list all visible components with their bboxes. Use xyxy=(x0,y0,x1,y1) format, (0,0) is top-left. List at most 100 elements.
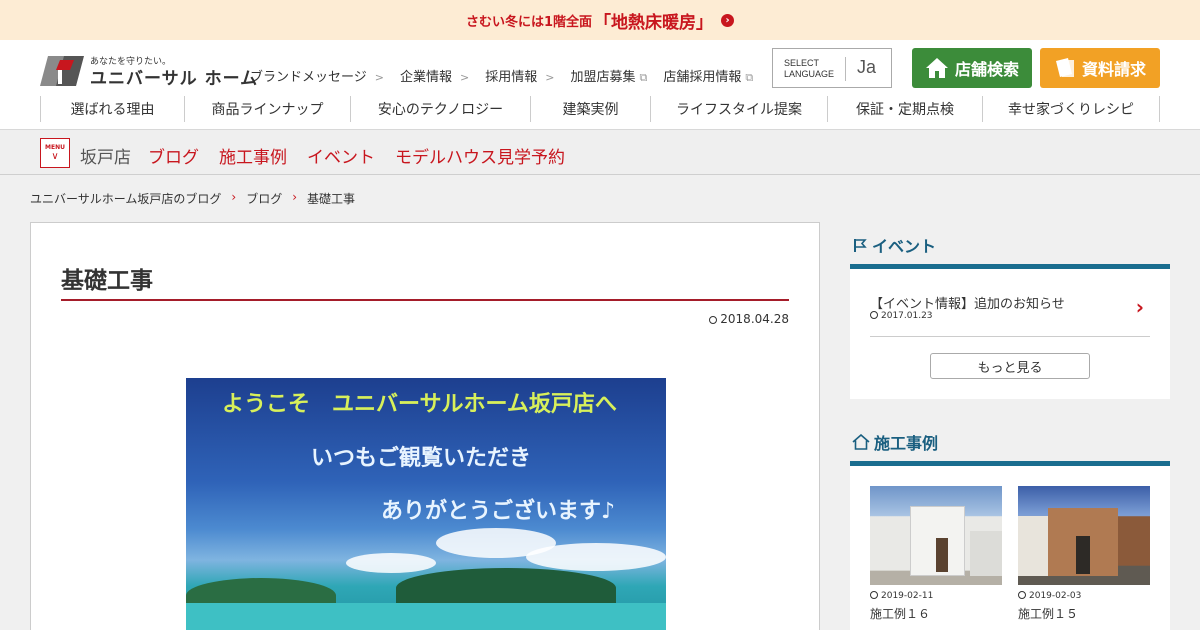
main-nav-item[interactable]: 商品ラインナップ xyxy=(184,96,350,122)
case-name: 施工例１６ xyxy=(870,607,931,621)
utility-nav: ブランドメッセージ > 企業情報 > 採用情報 > 加盟店募集 ⧉ 店舗採用情報 ⧉ xyxy=(250,66,769,85)
event-date: 2017.01.23 xyxy=(870,311,933,321)
main-nav-item[interactable]: 選ばれる理由 xyxy=(40,96,184,122)
promo-banner[interactable]: さむい冬には1階全面 「地熱床暖房」 › xyxy=(0,0,1200,40)
util-link-store-recruit[interactable]: 店舗採用情報 ⧉ xyxy=(663,66,753,85)
breadcrumb: ユニバーサルホーム坂戸店のブログ › ブログ › 基礎工事 xyxy=(30,190,355,207)
sea-shape xyxy=(186,603,666,630)
house-shape xyxy=(1018,516,1048,576)
clock-icon xyxy=(1018,591,1026,599)
store-link-events[interactable]: イベント xyxy=(307,143,375,168)
main-nav-item[interactable]: 保証・定期点検 xyxy=(827,96,982,122)
chevron-right-icon: › xyxy=(231,190,237,204)
hero-text-line: ありがとうございます♪ xyxy=(381,499,616,524)
chevron-down-icon: ∨ xyxy=(51,151,59,162)
island-shape xyxy=(396,568,616,608)
util-link-brand-message[interactable]: ブランドメッセージ > xyxy=(250,66,384,85)
brochure-request-button[interactable]: 資料請求 xyxy=(1040,48,1160,88)
case-name: 施工例１５ xyxy=(1018,607,1079,621)
door-shape xyxy=(936,538,948,572)
breadcrumb-item[interactable]: ユニバーサルホーム坂戸店のブログ xyxy=(30,190,221,207)
case-photo xyxy=(870,486,1002,585)
store-subbar: MENU ∨ 坂戸店 ブログ 施工事例 イベント モデルハウス見学予約 xyxy=(0,130,1200,175)
event-title: 【イベント情報】追加のお知らせ xyxy=(870,297,1065,312)
main-nav-item[interactable]: ライフスタイル提案 xyxy=(650,96,827,122)
sidebar-cases-box: 2019-02-11 施工例１６ 2019-02-03 施工例１５ xyxy=(850,466,1170,630)
site-header: あなたを守りたい。 ユニバーサル ホーム ブランドメッセージ > 企業情報 > 採用… xyxy=(0,40,1200,130)
promo-prefix: さむい冬には1階全面 xyxy=(465,14,593,30)
chevron-right-icon: › xyxy=(292,190,298,204)
util-link-label: 企業情報 xyxy=(399,70,452,85)
store-links: ブログ 施工事例 イベント モデルハウス見学予約 xyxy=(148,143,565,168)
sidebar-events-box: 【イベント情報】追加のお知らせ 2017.01.23 › もっと見る xyxy=(850,269,1170,399)
util-link-recruit[interactable]: 採用情報 > xyxy=(485,66,554,85)
cloud-shape xyxy=(526,543,666,571)
breadcrumb-item[interactable]: ブログ xyxy=(246,190,282,207)
store-link-blog[interactable]: ブログ xyxy=(148,143,199,168)
main-nav-item[interactable]: 建築実例 xyxy=(530,96,650,122)
event-date-text: 2017.01.23 xyxy=(881,311,933,321)
divider xyxy=(845,57,846,81)
flag-icon xyxy=(854,239,867,252)
case-card[interactable]: 2019-02-11 施工例１６ xyxy=(870,486,1002,622)
external-link-icon: ⧉ xyxy=(639,71,648,84)
external-link-icon: ⧉ xyxy=(745,71,754,84)
document-icon xyxy=(1055,58,1074,77)
chevron-right-icon: › xyxy=(1135,295,1144,319)
hero-text-line: いつもご観覧いただき xyxy=(311,446,532,471)
article-title: 基礎工事 xyxy=(61,268,153,294)
sidebar-cases-title-text: 施工事例 xyxy=(874,434,939,453)
title-underline xyxy=(61,299,789,301)
chevron-right-icon: > xyxy=(459,71,470,84)
logo-name: ユニバーサル ホーム xyxy=(90,69,259,89)
door-shape xyxy=(1076,536,1090,574)
language-value: Ja xyxy=(857,57,877,77)
util-link-company[interactable]: 企業情報 > xyxy=(400,66,469,85)
language-select-label: SELECT LANGUAGE xyxy=(784,58,834,80)
article-hero-image: ようこそ ユニバーサルホーム坂戸店へ いつもご観覧いただき ありがとうございます… xyxy=(186,378,666,630)
promo-highlight: 「地熱床暖房」 xyxy=(594,12,714,33)
store-name: 坂戸店 xyxy=(80,148,131,168)
article-card: 基礎工事 2018.04.28 ようこそ ユニバーサルホーム坂戸店へ いつもご観… xyxy=(30,222,820,630)
util-link-label: 採用情報 xyxy=(485,70,538,85)
case-date: 2019-02-03 xyxy=(1018,591,1150,601)
house-shape xyxy=(970,531,1002,576)
article-date: 2018.04.28 xyxy=(709,312,789,326)
case-card[interactable]: 2019-02-03 施工例１５ xyxy=(1018,486,1150,622)
store-search-button[interactable]: 店舗検索 xyxy=(912,48,1032,88)
case-date-text: 2019-02-03 xyxy=(1029,591,1082,601)
event-list-item[interactable]: 【イベント情報】追加のお知らせ 2017.01.23 › xyxy=(870,289,1150,337)
clock-icon xyxy=(870,591,878,599)
util-link-label: 店舗採用情報 xyxy=(663,70,742,85)
language-label-line1: SELECT xyxy=(784,58,820,68)
events-more-button[interactable]: もっと見る xyxy=(930,353,1090,379)
breadcrumb-current: 基礎工事 xyxy=(307,192,356,206)
store-link-cases[interactable]: 施工事例 xyxy=(219,143,287,168)
chevron-right-icon: > xyxy=(374,71,384,84)
sidebar-cases-title: 施工事例 xyxy=(852,430,938,454)
logo-mark-icon xyxy=(40,56,84,86)
menu-button[interactable]: MENU ∨ xyxy=(40,138,70,168)
language-label-line2: LANGUAGE xyxy=(784,69,835,79)
main-nav-item[interactable]: 安心のテクノロジー xyxy=(350,96,530,122)
case-date: 2019-02-11 xyxy=(870,591,1002,601)
home-icon xyxy=(925,58,948,78)
main-nav-item[interactable]: 幸せ家づくりレシピ xyxy=(982,96,1160,122)
hero-text-line: ようこそ ユニバーサルホーム坂戸店へ xyxy=(222,392,617,417)
case-photo xyxy=(1018,486,1150,585)
language-select[interactable]: SELECT LANGUAGE Ja xyxy=(772,48,892,88)
case-date-text: 2019-02-11 xyxy=(881,591,934,601)
logo[interactable]: あなたを守りたい。 ユニバーサル ホーム xyxy=(40,54,257,89)
util-link-label: ブランドメッセージ xyxy=(250,70,367,85)
house-outline-icon xyxy=(852,434,870,450)
clock-icon xyxy=(870,311,878,319)
circle-chevron-right-icon: › xyxy=(721,13,735,27)
clock-icon xyxy=(709,316,718,324)
brochure-request-label: 資料請求 xyxy=(1081,60,1146,79)
store-search-label: 店舗検索 xyxy=(954,60,1019,79)
store-link-model-house[interactable]: モデルハウス見学予約 xyxy=(395,143,565,168)
sidebar-events-title-text: イベント xyxy=(872,237,937,256)
article-date-text: 2018.04.28 xyxy=(720,312,789,326)
util-link-franchise[interactable]: 加盟店募集 ⧉ xyxy=(570,66,647,85)
chevron-right-icon: > xyxy=(545,71,555,84)
